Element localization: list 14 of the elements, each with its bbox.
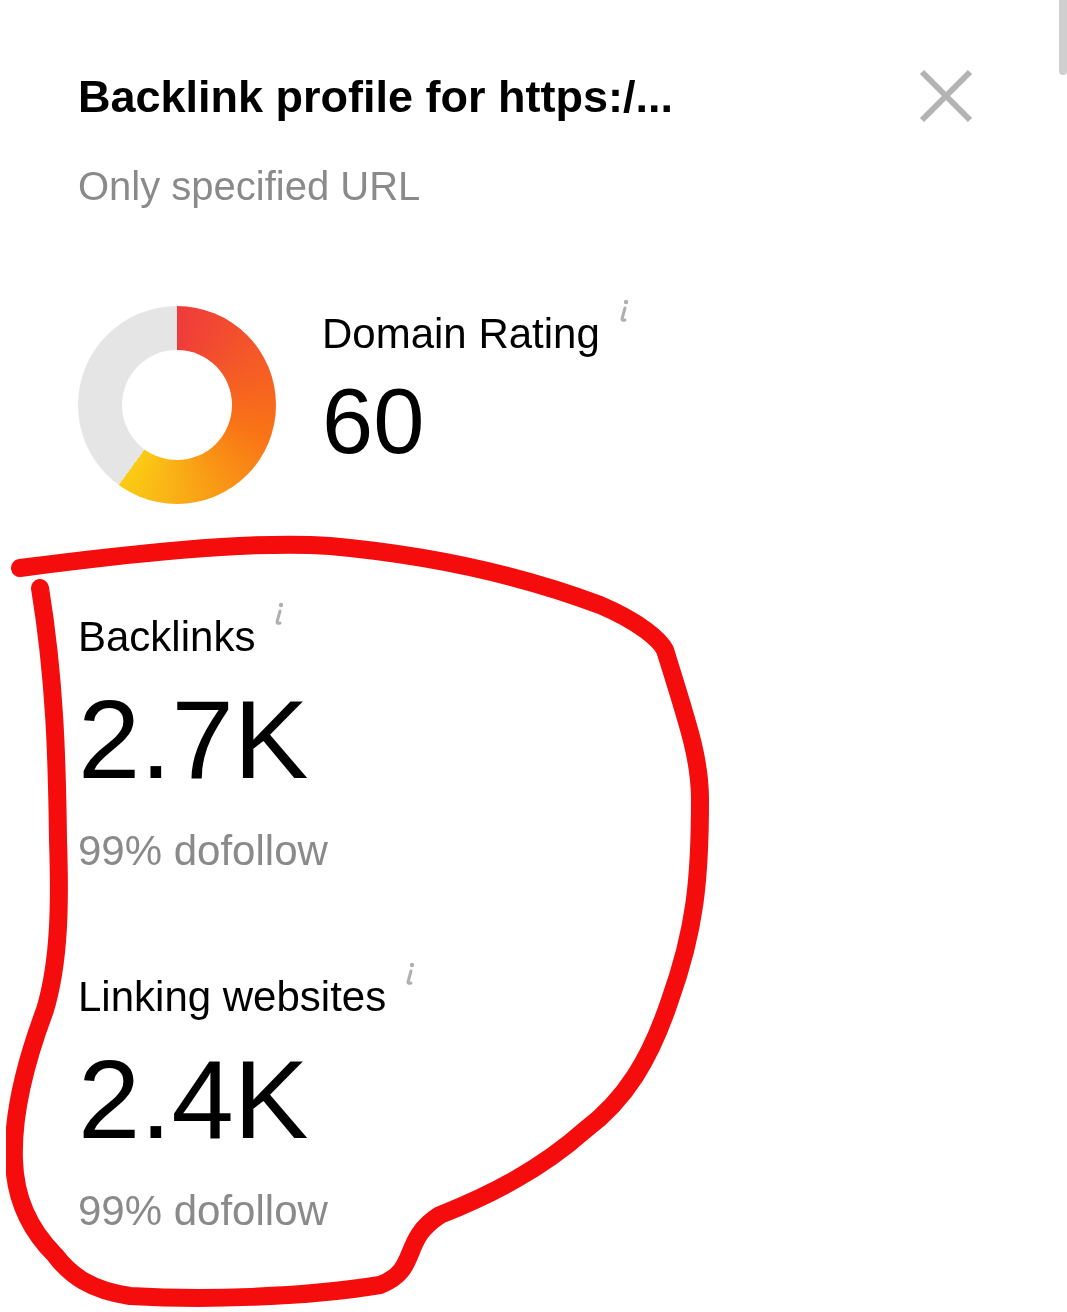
info-icon[interactable] [404, 962, 417, 986]
info-icon[interactable] [273, 602, 286, 626]
metric-value: 2.4K [78, 1044, 310, 1156]
metric-value: 60 [322, 375, 426, 467]
metric-value: 2.7K [78, 684, 310, 796]
subtitle: Only specified URL [78, 166, 422, 206]
close-icon [918, 68, 974, 124]
metric-label: Backlinks [78, 616, 256, 658]
panel-title: Backlink profile for https:/... [78, 73, 675, 119]
dofollow-share: 99% dofollow [78, 1190, 329, 1232]
scrollbar[interactable] [1059, 0, 1067, 75]
metric-label: Domain Rating [322, 313, 600, 355]
dofollow-share: 99% dofollow [78, 830, 329, 872]
metric-label: Linking websites [78, 976, 387, 1018]
